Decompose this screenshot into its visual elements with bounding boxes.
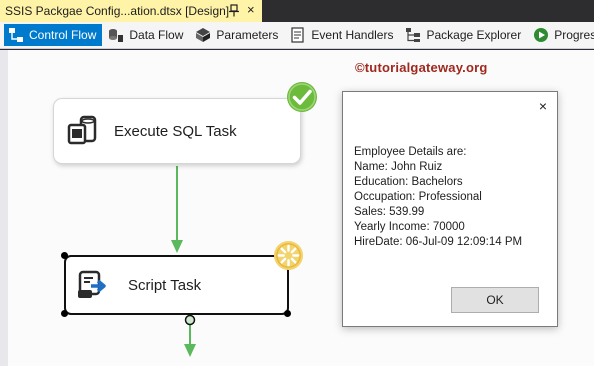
success-check-icon — [287, 82, 317, 112]
selection-handle[interactable] — [284, 310, 291, 317]
message-text: Employee Details are: Name: John Ruiz Ed… — [354, 145, 522, 250]
script-task[interactable]: Script Task — [64, 255, 289, 315]
connector-grip[interactable] — [184, 314, 196, 326]
running-status-icon — [273, 240, 304, 271]
close-icon[interactable]: × — [539, 97, 547, 115]
execute-sql-task-icon — [67, 115, 97, 145]
selection-handle[interactable] — [61, 310, 68, 317]
arrowhead-icon — [184, 344, 196, 357]
message-box: × Employee Details are: Name: John Ruiz … — [342, 91, 558, 327]
selection-handle[interactable] — [61, 252, 68, 259]
message-line: Education: Bachelors — [354, 176, 463, 188]
ok-button[interactable]: OK — [451, 287, 539, 313]
message-line: Yearly Income: 70000 — [354, 221, 465, 233]
message-line: Sales: 539.99 — [354, 206, 425, 218]
message-line: Employee Details are: — [354, 146, 467, 158]
task-label: Script Task — [128, 276, 202, 294]
arrowhead-icon — [171, 240, 183, 253]
task-label: Execute SQL Task — [114, 122, 237, 140]
message-line: HireDate: 06-Jul-09 12:09:14 PM — [354, 236, 523, 248]
execute-sql-task[interactable]: Execute SQL Task — [53, 98, 301, 164]
script-task-icon — [78, 270, 106, 298]
message-line: Name: John Ruiz — [354, 161, 443, 173]
message-line: Occupation: Professional — [354, 191, 482, 203]
